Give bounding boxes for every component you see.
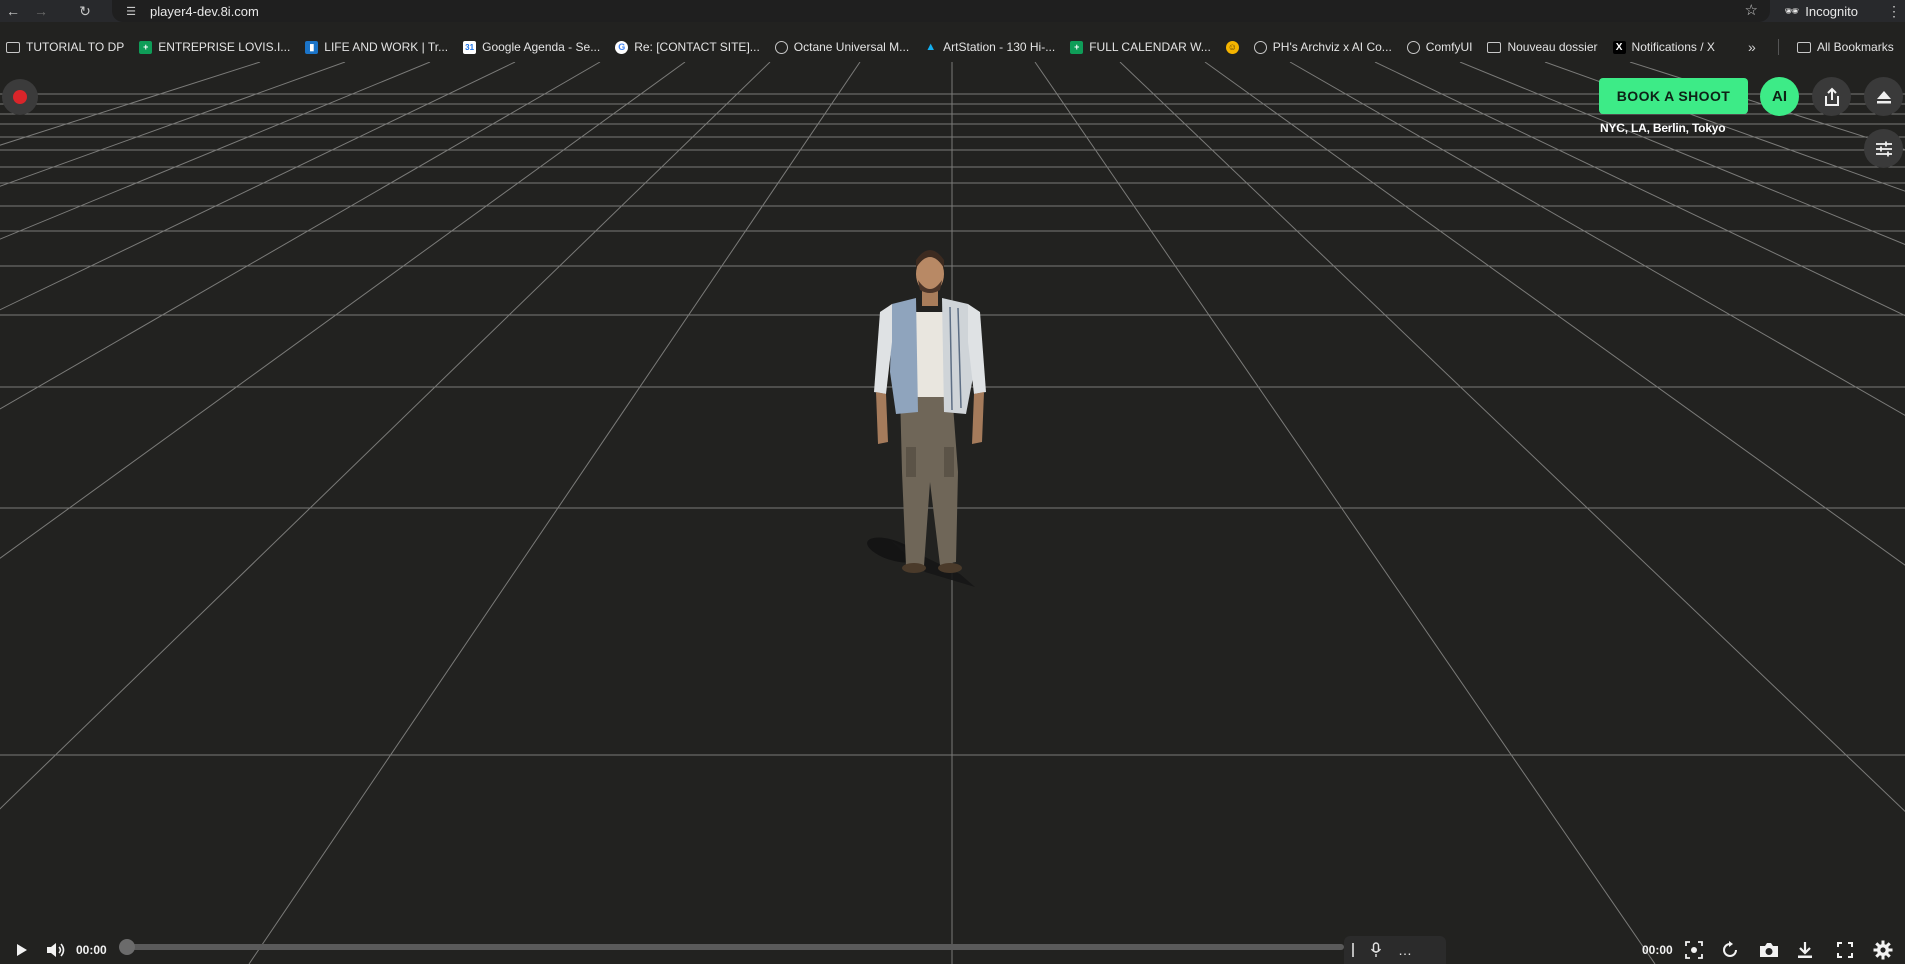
current-time: 00:00 <box>76 943 107 957</box>
folder-icon <box>1487 41 1502 53</box>
download-button[interactable] <box>1793 936 1817 964</box>
trello-icon: ▮ <box>305 40 319 54</box>
eject-button[interactable] <box>1864 77 1903 116</box>
bookmark-item[interactable]: 31 Google Agenda - Se... <box>463 40 600 54</box>
folder-icon <box>6 41 20 53</box>
microphone-icon[interactable] <box>1370 942 1382 958</box>
bookmark-label: ComfyUI <box>1425 40 1473 54</box>
seek-thumb[interactable] <box>119 939 135 955</box>
forward-arrow-icon[interactable]: → <box>30 0 52 22</box>
popover-divider <box>1352 943 1354 957</box>
bookmark-star-icon[interactable]: ☆ <box>1745 1 1758 19</box>
bookmark-label: Notifications / X <box>1631 40 1715 54</box>
share-button[interactable] <box>1812 77 1851 116</box>
sliders-icon <box>1875 141 1892 156</box>
calendar-icon: 31 <box>463 40 477 54</box>
google-icon: G <box>615 40 629 54</box>
book-a-shoot-button[interactable]: BOOK A SHOOT <box>1599 78 1748 114</box>
incognito-indicator[interactable]: 🕶 Incognito <box>1774 0 1868 22</box>
hugging-face-icon: ☺ <box>1225 40 1239 54</box>
cities-label: NYC, LA, Berlin, Tokyo <box>1600 121 1726 135</box>
bookmark-label: ENTREPRISE LOVIS.I... <box>158 40 291 54</box>
bookmark-item[interactable]: X Notifications / X <box>1612 40 1715 54</box>
address-bar[interactable]: ☰ player4-dev.8i.com ☆ <box>112 0 1770 22</box>
play-icon <box>17 944 27 956</box>
folder-icon <box>1797 41 1811 53</box>
bookmark-item[interactable]: + ENTREPRISE LOVIS.I... <box>139 40 290 54</box>
screenshot-button[interactable] <box>1757 936 1781 964</box>
bookmark-item[interactable]: + FULL CALENDAR W... <box>1070 40 1211 54</box>
browser-toolbar: ← → ↻ ☰ player4-dev.8i.com ☆ 🕶 Incognito… <box>0 0 1905 22</box>
all-bookmarks-label: All Bookmarks <box>1817 40 1894 54</box>
bookmark-label: LIFE AND WORK | Tr... <box>324 40 449 54</box>
volumetric-person <box>867 250 986 587</box>
bookmark-item[interactable]: ▮ LIFE AND WORK | Tr... <box>305 40 448 54</box>
bookmark-item[interactable]: ☺ <box>1225 40 1239 54</box>
adjustments-button[interactable] <box>1864 129 1903 168</box>
bookmark-item[interactable]: Octane Universal M... <box>774 40 910 54</box>
bookmark-item[interactable]: ComfyUI <box>1406 40 1473 54</box>
camera-icon <box>1760 943 1778 957</box>
bookmark-item[interactable]: Nouveau dossier <box>1487 40 1598 54</box>
more-bookmarks-chevron-icon[interactable]: » <box>1748 36 1756 58</box>
back-arrow-icon[interactable]: ← <box>2 0 24 22</box>
x-icon: X <box>1612 40 1626 54</box>
gear-icon <box>1873 940 1893 960</box>
sheets-icon: + <box>1070 40 1084 54</box>
focus-frame-icon <box>1685 941 1703 959</box>
download-icon <box>1798 942 1812 958</box>
reload-icon[interactable]: ↻ <box>74 0 96 22</box>
more-options-icon[interactable]: … <box>1398 942 1412 958</box>
bookmarks-bar: TUTORIAL TO DP + ENTREPRISE LOVIS.I... ▮ L… <box>0 36 1905 58</box>
volume-icon <box>47 943 65 957</box>
bookmark-item[interactable]: TUTORIAL TO DP <box>6 40 124 54</box>
bookmark-item[interactable]: PH's Archviz x AI Co... <box>1253 40 1392 54</box>
reset-view-button[interactable] <box>1718 936 1742 964</box>
playback-bar: 00:00 … 00:00 <box>0 936 1905 964</box>
globe-icon <box>774 40 788 54</box>
incognito-icon: 🕶 <box>1784 4 1800 18</box>
bookmark-label: Octane Universal M... <box>793 40 910 54</box>
mic-popover: … <box>1344 936 1446 964</box>
play-button[interactable] <box>10 936 34 964</box>
bookmark-label: PH's Archviz x AI Co... <box>1272 40 1392 54</box>
globe-icon <box>1253 40 1267 54</box>
bookmark-item[interactable]: G Re: [CONTACT SITE]... <box>615 40 760 54</box>
url-text[interactable]: player4-dev.8i.com <box>150 4 259 19</box>
globe-icon <box>1406 40 1420 54</box>
share-icon <box>1824 87 1839 106</box>
bookmark-label: Nouveau dossier <box>1507 40 1598 54</box>
bookmark-label: FULL CALENDAR W... <box>1089 40 1211 54</box>
all-bookmarks-button[interactable]: All Bookmarks <box>1797 36 1894 58</box>
seek-bar[interactable] <box>119 939 1344 955</box>
site-settings-icon[interactable]: ☰ <box>120 5 142 18</box>
bookmark-item[interactable]: ▲ ArtStation - 130 Hi-... <box>924 40 1055 54</box>
volume-button[interactable] <box>44 936 68 964</box>
incognito-label: Incognito <box>1805 3 1858 19</box>
fullscreen-button[interactable] <box>1833 936 1857 964</box>
bookmarks-divider <box>1778 39 1779 55</box>
sheets-icon: + <box>139 40 153 54</box>
bookmark-label: ArtStation - 130 Hi-... <box>943 40 1056 54</box>
record-button[interactable] <box>2 79 38 115</box>
settings-button[interactable] <box>1871 936 1895 964</box>
browser-menu-icon[interactable]: ⋮ <box>1887 0 1901 22</box>
bookmark-label: Google Agenda - Se... <box>482 40 601 54</box>
bookmark-label: Re: [CONTACT SITE]... <box>634 40 760 54</box>
player-viewport[interactable]: BOOK A SHOOT NYC, LA, Berlin, Tokyo AI <box>0 62 1905 964</box>
eject-icon <box>1876 90 1891 103</box>
artstation-icon: ▲ <box>925 41 937 53</box>
rotate-icon <box>1723 941 1737 957</box>
duration-time: 00:00 <box>1642 943 1673 957</box>
focus-button[interactable] <box>1682 936 1706 964</box>
bookmark-label: TUTORIAL TO DP <box>26 40 125 54</box>
fullscreen-icon <box>1837 942 1853 958</box>
record-dot-icon <box>13 90 27 104</box>
ai-button[interactable]: AI <box>1760 77 1799 116</box>
